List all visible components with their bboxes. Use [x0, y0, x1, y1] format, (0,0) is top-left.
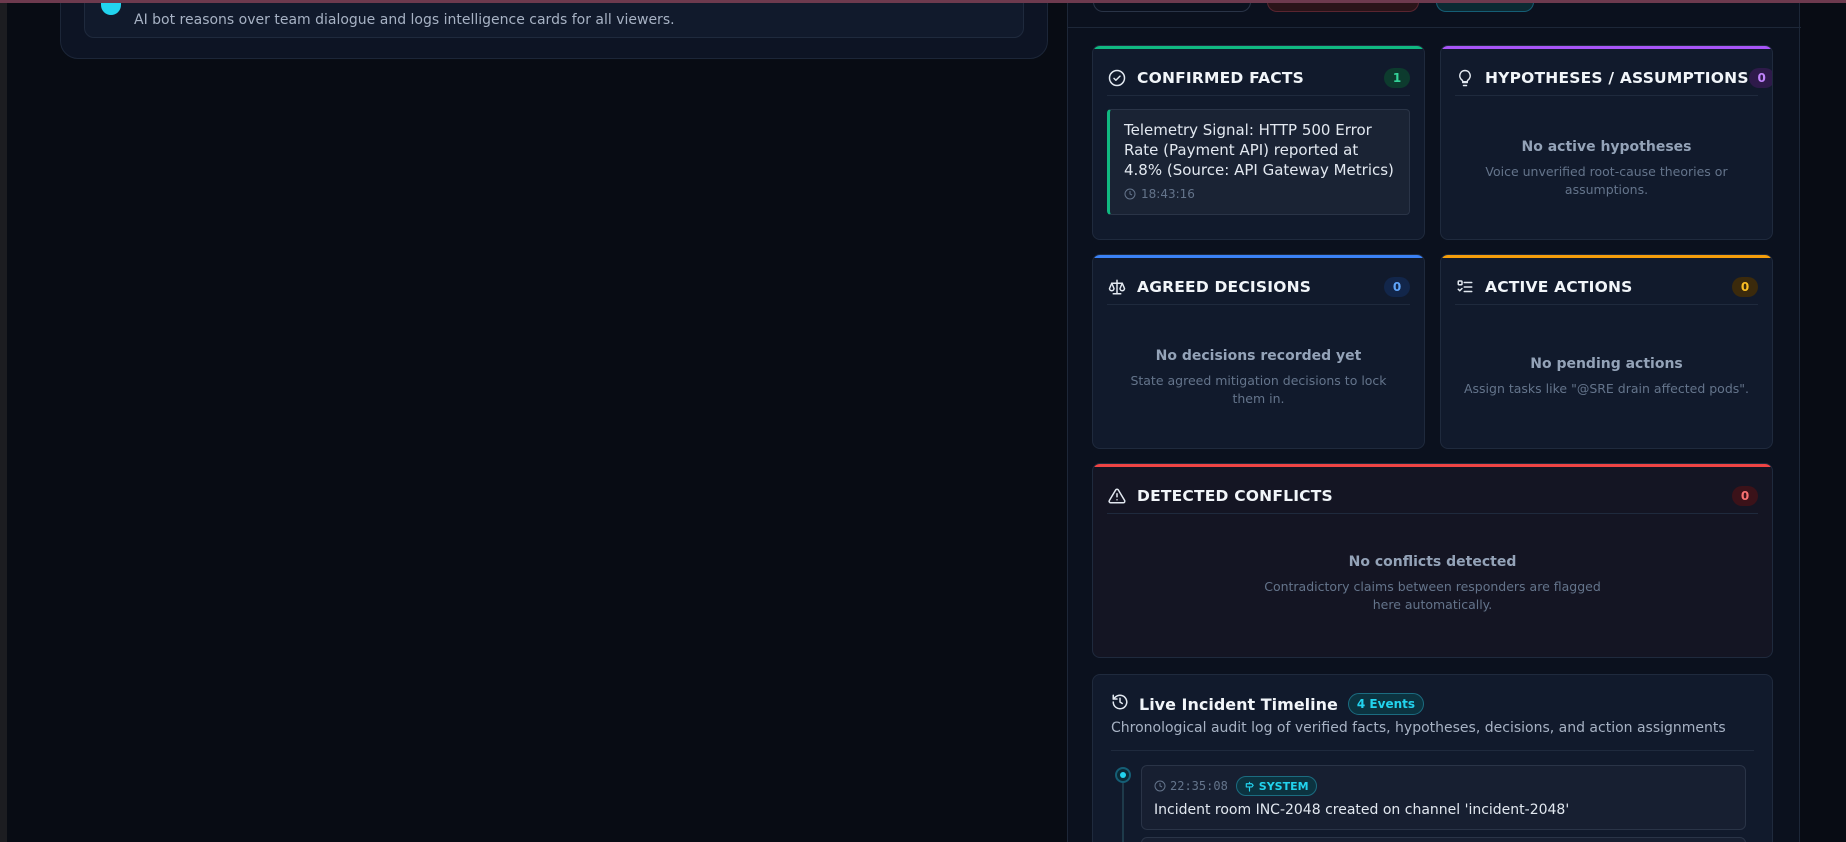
detected-conflicts-card: DETECTED CONFLICTS 0 No conflicts detect…: [1092, 463, 1773, 658]
warning-icon: [1107, 486, 1127, 506]
clock-icon: [1124, 188, 1136, 200]
timeline-title: Live Incident Timeline: [1139, 694, 1338, 714]
lightbulb-icon: [1455, 68, 1475, 88]
card-header: HYPOTHESES / ASSUMPTIONS 0: [1455, 60, 1772, 96]
event-description: Incident room INC-2048 created on channe…: [1154, 802, 1570, 818]
fact-text: Telemetry Signal: HTTP 500 Error Rate (P…: [1124, 121, 1394, 179]
empty-title: No pending actions: [1530, 356, 1683, 372]
empty-description: Assign tasks like "@SRE drain affected p…: [1463, 381, 1749, 396]
agreed-decisions-card: AGREED DECISIONS 0 No decisions recorded…: [1092, 254, 1425, 449]
bot-note-text: AI bot reasons over team dialogue and lo…: [134, 12, 675, 28]
filter-tab-1[interactable]: [1093, 3, 1251, 12]
empty-title: No active hypotheses: [1521, 139, 1692, 155]
empty-state: No conflicts detected Contradictory clai…: [1263, 554, 1602, 614]
check-circle-icon: [1107, 68, 1127, 88]
empty-state: No active hypotheses Voice unverified ro…: [1461, 139, 1752, 199]
bot-info-banner: AI bot reasons over team dialogue and lo…: [84, 3, 1024, 38]
scale-icon: [1107, 277, 1127, 297]
filter-tabs-row: [1068, 3, 1801, 28]
event-time: 22:35:08: [1170, 779, 1228, 793]
filter-tab-3[interactable]: [1436, 3, 1534, 12]
card-title: CONFIRMED FACTS: [1137, 68, 1305, 87]
card-accent: [1441, 255, 1772, 258]
empty-state: No pending actions Assign tasks like "@S…: [1461, 356, 1752, 398]
count-badge: 0: [1748, 67, 1772, 88]
fact-item[interactable]: Telemetry Signal: HTTP 500 Error Rate (P…: [1107, 109, 1410, 215]
event-type: SYSTEM: [1258, 779, 1309, 793]
signpost-icon: [1245, 781, 1254, 792]
empty-title: No decisions recorded yet: [1155, 348, 1362, 364]
card-accent: [1093, 464, 1772, 467]
empty-description: Contradictory claims between responders …: [1264, 579, 1601, 612]
empty-description: State agreed mitigation decisions to loc…: [1130, 373, 1387, 406]
event-meta: 22:35:08 SYSTEM: [1154, 776, 1317, 796]
confirmed-facts-card: CONFIRMED FACTS 1 Telemetry Signal: HTTP…: [1092, 45, 1425, 240]
card-header: CONFIRMED FACTS 1: [1107, 60, 1410, 96]
count-badge: 0: [1384, 276, 1410, 297]
event-type-badge: SYSTEM: [1235, 776, 1317, 796]
count-badge: 0: [1732, 485, 1758, 506]
history-icon: [1111, 693, 1129, 715]
hypotheses-card: HYPOTHESES / ASSUMPTIONS 0 No active hyp…: [1440, 45, 1773, 240]
card-header: ACTIVE ACTIONS 0: [1455, 269, 1758, 305]
timeline-divider: [1111, 750, 1754, 751]
active-actions-card: ACTIVE ACTIONS 0 No pending actions Assi…: [1440, 254, 1773, 449]
card-title: DETECTED CONFLICTS: [1137, 486, 1333, 505]
left-info-card: AI bot reasons over team dialogue and lo…: [60, 3, 1048, 59]
event-count-badge: 4 Events: [1347, 693, 1424, 715]
bot-status-icon: [101, 3, 121, 15]
card-header: AGREED DECISIONS 0: [1107, 269, 1410, 305]
filter-tab-2[interactable]: [1267, 3, 1419, 12]
app-window: AI bot reasons over team dialogue and lo…: [7, 3, 1846, 842]
card-title: HYPOTHESES / ASSUMPTIONS: [1485, 68, 1749, 87]
fact-time: 18:43:16: [1141, 187, 1195, 201]
timeline-event[interactable]: [1141, 837, 1746, 842]
empty-description: Voice unverified root-cause theories or …: [1485, 164, 1728, 197]
timeline-dot: [1115, 767, 1131, 783]
count-badge: 1: [1384, 67, 1410, 88]
timeline-event[interactable]: 22:35:08 SYSTEM Incident room INC-2048 c…: [1141, 765, 1746, 830]
card-accent: [1093, 46, 1424, 49]
card-header: DETECTED CONFLICTS 0: [1107, 478, 1758, 514]
live-incident-timeline: Live Incident Timeline 4 Events Chronolo…: [1092, 674, 1773, 842]
card-title: ACTIVE ACTIONS: [1485, 277, 1633, 296]
clock-icon: [1154, 780, 1166, 792]
intelligence-panel: CONFIRMED FACTS 1 Telemetry Signal: HTTP…: [1067, 3, 1801, 842]
timeline-header: Live Incident Timeline 4 Events: [1111, 693, 1424, 715]
checklist-icon: [1455, 277, 1475, 297]
card-accent: [1441, 46, 1772, 49]
card-title: AGREED DECISIONS: [1137, 277, 1312, 296]
fact-timestamp: 18:43:16: [1124, 187, 1395, 201]
empty-title: No conflicts detected: [1348, 554, 1517, 570]
timeline-subtitle: Chronological audit log of verified fact…: [1111, 720, 1726, 736]
count-badge: 0: [1732, 276, 1758, 297]
card-accent: [1093, 255, 1424, 258]
empty-state: No decisions recorded yet State agreed m…: [1113, 348, 1404, 408]
